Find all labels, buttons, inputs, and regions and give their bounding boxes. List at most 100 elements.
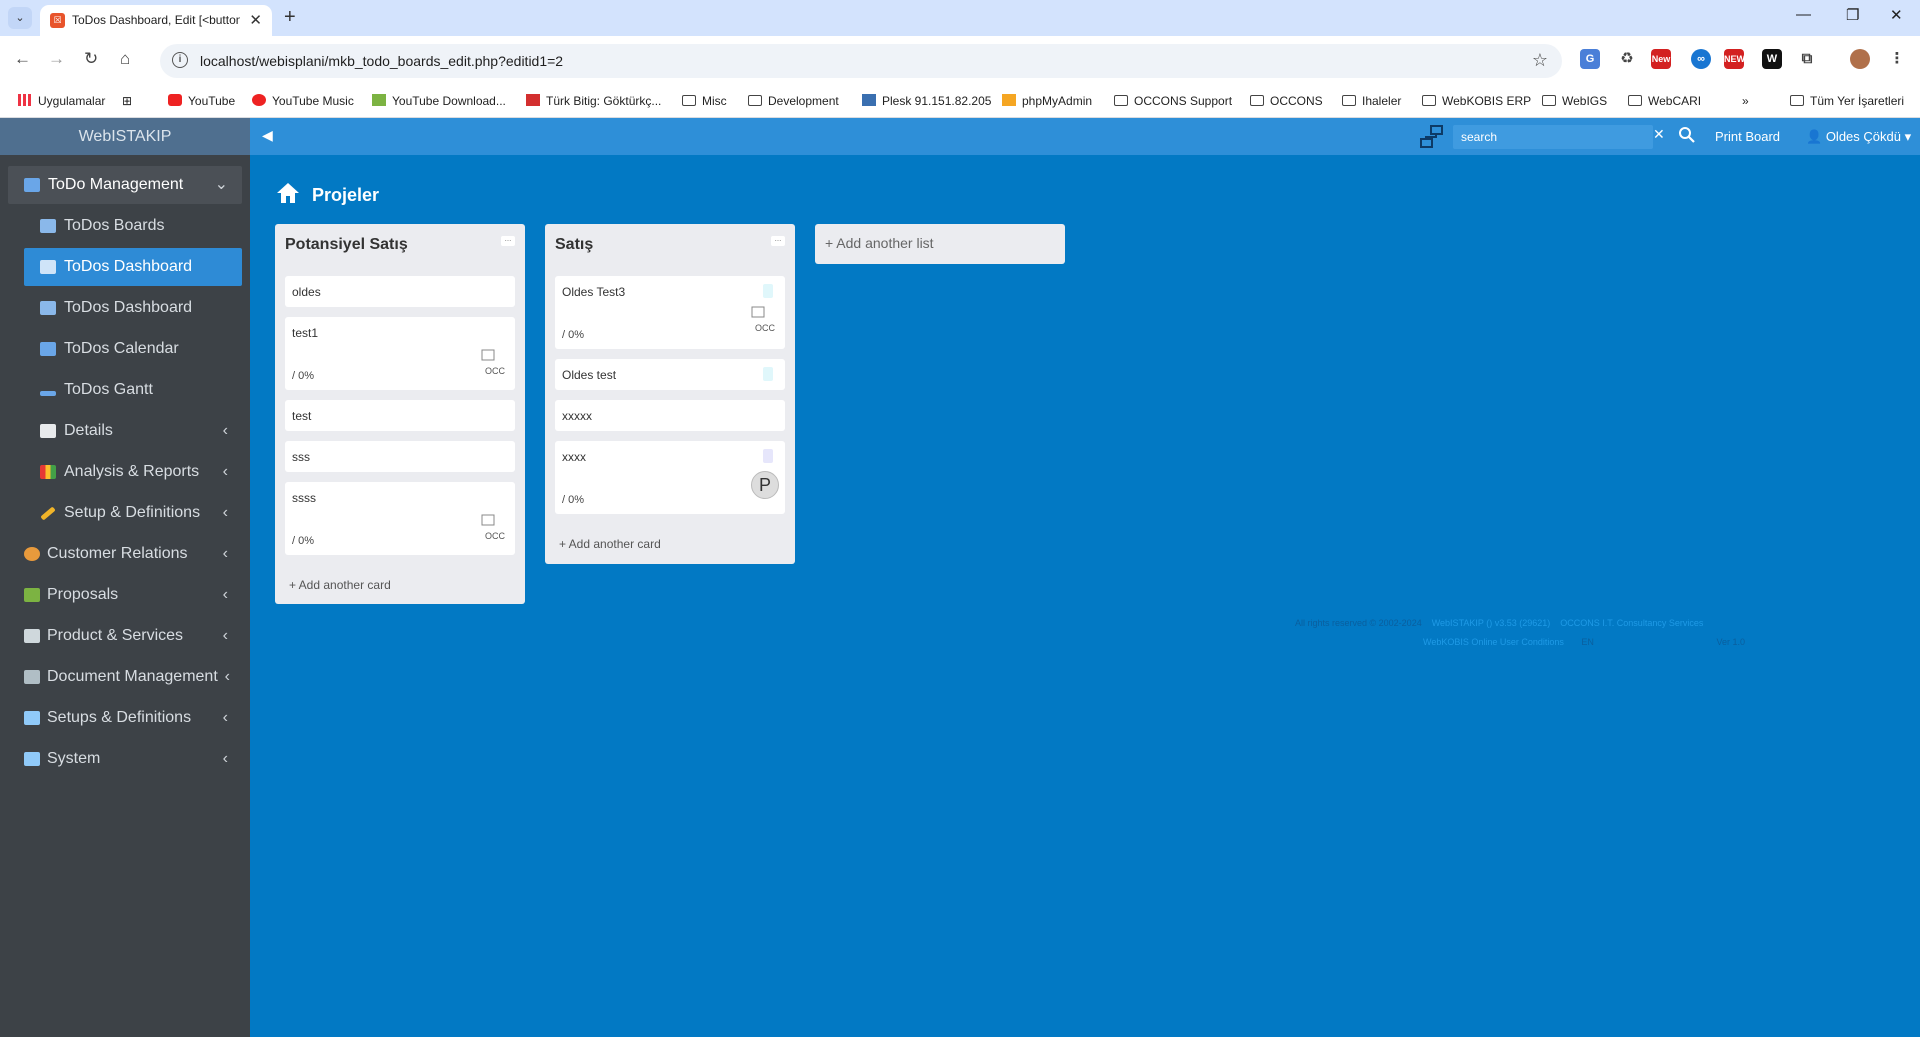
bookmark-phpmyadmin[interactable]: phpMyAdmin — [1002, 94, 1092, 108]
chevron-left-icon: ‹ — [222, 422, 228, 439]
new-extension-icon[interactable]: New — [1651, 49, 1671, 69]
card-oldes[interactable]: oldes — [285, 276, 515, 307]
card-progress: / 0% — [292, 535, 315, 547]
site-info-icon[interactable]: i — [172, 52, 188, 68]
bookmark-development[interactable]: Development — [748, 94, 839, 108]
bookmark-occons-support[interactable]: OCCONS Support — [1114, 94, 1232, 108]
list-satis[interactable]: Satış ... Oldes Test3 OCC / 0% Oldes tes… — [545, 224, 795, 564]
sidebar-item-setup-definitions[interactable]: Setup & Definitions ‹ — [24, 494, 242, 532]
bookmark-turk-bitig[interactable]: Türk Bitig: Göktürkç... — [526, 94, 661, 108]
home-nav-icon[interactable]: ⌂ — [120, 49, 130, 69]
card-xxxxx[interactable]: xxxxx — [555, 400, 785, 431]
sidebar-item-document-management[interactable]: Document Management ‹ — [8, 658, 242, 696]
network-icon[interactable] — [1418, 124, 1446, 150]
card-xxxx[interactable]: xxxx P / 0% — [555, 441, 785, 514]
restore-icon[interactable]: ❐ — [1846, 6, 1859, 24]
search-icon[interactable] — [1678, 126, 1696, 144]
bookmark-ihaleler[interactable]: Ihaleler — [1342, 94, 1401, 108]
folder-icon — [1250, 95, 1264, 106]
bookmark-misc[interactable]: Misc — [682, 94, 727, 108]
list-potansiyel-satis[interactable]: Potansiyel Satış ... oldes test1 OCC / 0… — [275, 224, 525, 604]
tools-icon — [24, 711, 40, 725]
browser-toolbar: ← → ↻ ⌂ i localhost/webisplani/mkb_todo_… — [0, 36, 1920, 86]
bookmark-star-icon[interactable]: ☆ — [1532, 50, 1548, 71]
extensions-puzzle-icon[interactable]: ⧉ — [1797, 49, 1817, 69]
card-oldes-test[interactable]: Oldes test — [555, 359, 785, 390]
bookmark-all[interactable]: Tüm Yer İşaretleri — [1790, 94, 1904, 108]
sidebar-item-todo-management[interactable]: ToDo Management ⌄ — [8, 166, 242, 204]
infinity-extension-icon[interactable]: ∞ — [1691, 49, 1711, 69]
forward-icon[interactable]: → — [48, 49, 65, 69]
folder-icon — [1342, 95, 1356, 106]
tab-close-icon[interactable]: ✕ — [249, 11, 262, 29]
plesk-icon — [862, 94, 876, 106]
sidebar-item-todos-dashboard-active[interactable]: ToDos Dashboard — [24, 248, 242, 286]
footer-version-link[interactable]: WebISTAKIP () v3.53 (29621) — [1432, 618, 1551, 628]
bookmark-youtube[interactable]: YouTube — [168, 94, 235, 108]
folder-icon — [1114, 95, 1128, 106]
add-list-button[interactable]: + Add another list — [815, 224, 1065, 264]
translate-extension-icon[interactable]: G — [1580, 49, 1600, 69]
bookmark-youtube-music[interactable]: YouTube Music — [252, 94, 354, 108]
sidebar-item-todos-gantt[interactable]: ToDos Gantt — [24, 371, 242, 409]
reload-icon[interactable]: ↻ — [84, 49, 98, 69]
new-tab-button[interactable]: + — [284, 6, 296, 29]
tab-search-button[interactable]: ⌄ — [8, 7, 32, 29]
calendar-page-icon — [40, 424, 56, 438]
card-sss[interactable]: sss — [285, 441, 515, 472]
address-bar[interactable]: i localhost/webisplani/mkb_todo_boards_e… — [160, 44, 1562, 78]
back-icon[interactable]: ← — [14, 49, 31, 69]
footer-conditions-link[interactable]: WebKOBIS Online User Conditions — [1423, 637, 1564, 647]
card-test1[interactable]: test1 OCC / 0% — [285, 317, 515, 390]
apps-grid-icon — [18, 94, 32, 106]
card-test[interactable]: test — [285, 400, 515, 431]
window-close-icon[interactable]: ✕ — [1890, 6, 1903, 24]
bookmark-occons[interactable]: OCCONS — [1250, 94, 1323, 108]
sidebar-item-product-services[interactable]: Product & Services ‹ — [8, 617, 242, 655]
footer-company-link[interactable]: OCCONS I.T. Consultancy Services — [1560, 618, 1703, 628]
sidebar-item-setups-definitions[interactable]: Setups & Definitions ‹ — [8, 699, 242, 737]
bookmark-plesk[interactable]: Plesk 91.151.82.205 — [862, 94, 991, 108]
print-board-button[interactable]: Print Board — [1715, 129, 1780, 144]
sidebar-item-todos-calendar[interactable]: ToDos Calendar — [24, 330, 242, 368]
sidebar-item-details[interactable]: Details ‹ — [24, 412, 242, 450]
user-menu[interactable]: 👤 Oldes Çökdü ▾ — [1806, 129, 1911, 145]
bookmarks-overflow-icon[interactable]: » — [1742, 94, 1749, 108]
new-badge-extension-icon[interactable]: NEW — [1724, 49, 1745, 69]
list-menu-button[interactable]: ... — [771, 235, 785, 246]
bookmark-grid-icon[interactable]: ⊞ — [122, 94, 132, 108]
w-extension-icon[interactable]: W — [1762, 49, 1782, 69]
add-card-button[interactable]: + Add another card — [559, 537, 661, 551]
sidebar-collapse-icon[interactable]: ◀ — [262, 127, 273, 144]
folder-icon — [1790, 95, 1804, 106]
bookmark-webcari[interactable]: WebCARI — [1628, 94, 1701, 108]
browser-menu-icon[interactable]: ⋮ — [1887, 49, 1907, 69]
phpmyadmin-icon — [1002, 94, 1016, 106]
profile-avatar[interactable] — [1850, 49, 1870, 69]
brand-logo[interactable]: WebISTAKIP — [0, 118, 250, 155]
add-card-button[interactable]: + Add another card — [289, 578, 391, 592]
sidebar-item-todos-dashboard[interactable]: ToDos Dashboard — [24, 289, 242, 327]
list-menu-button[interactable]: ... — [501, 235, 515, 246]
minimize-icon[interactable]: — — [1796, 6, 1811, 23]
svg-text:OCC: OCC — [485, 366, 506, 376]
card-ssss[interactable]: ssss OCC / 0% — [285, 482, 515, 555]
search-clear-icon[interactable]: ✕ — [1653, 126, 1669, 143]
card-oldes-test3[interactable]: Oldes Test3 OCC / 0% — [555, 276, 785, 349]
sidebar-item-system[interactable]: System ‹ — [8, 740, 242, 778]
sidebar-item-proposals[interactable]: Proposals ‹ — [8, 576, 242, 614]
recycle-extension-icon[interactable]: ♻ — [1617, 49, 1637, 69]
list-title: Satış — [555, 236, 594, 253]
sidebar-item-customer-relations[interactable]: Customer Relations ‹ — [8, 535, 242, 573]
bookmark-webigs[interactable]: WebIGS — [1542, 94, 1607, 108]
home-icon[interactable] — [276, 182, 300, 204]
sidebar-item-analysis-reports[interactable]: Analysis & Reports ‹ — [24, 453, 242, 491]
bookmark-apps[interactable]: Uygulamalar — [18, 94, 105, 108]
sidebar-item-todos-boards[interactable]: ToDos Boards — [24, 207, 242, 245]
chevron-left-icon: ‹ — [222, 627, 228, 644]
bookmark-webkobis-erp[interactable]: WebKOBIS ERP — [1422, 94, 1531, 108]
search-input[interactable]: search — [1453, 125, 1653, 149]
user-icon: 👤 — [1806, 129, 1823, 144]
browser-tab-active[interactable]: ☒ ToDos Dashboard, Edit [<button ✕ — [40, 5, 272, 36]
bookmark-youtube-download[interactable]: YouTube Download... — [372, 94, 506, 108]
